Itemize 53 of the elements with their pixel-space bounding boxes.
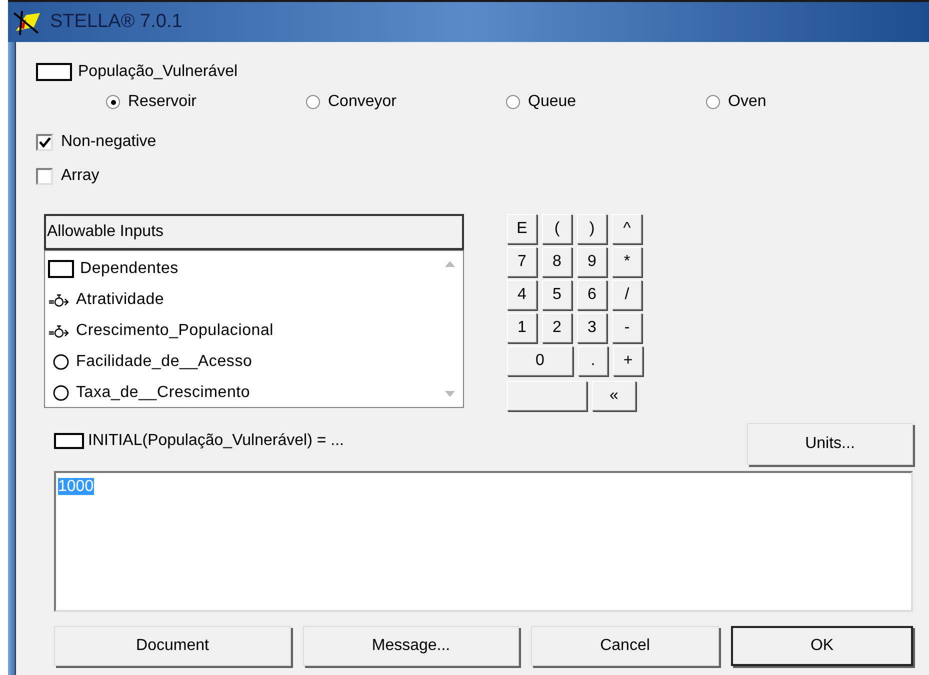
keypad-key[interactable]: *	[612, 247, 642, 277]
keypad-key[interactable]: )	[577, 214, 607, 244]
list-item[interactable]: Dependentes	[45, 253, 437, 284]
type-radio[interactable]: Oven	[706, 90, 766, 114]
keypad-key[interactable]: 7	[507, 247, 537, 277]
app-logo-icon	[12, 9, 42, 35]
scroll-down-icon[interactable]	[445, 391, 455, 397]
keypad-key[interactable]: (	[542, 214, 572, 244]
dialog-button[interactable]: Message...	[303, 626, 519, 666]
keypad-key[interactable]: 5	[542, 280, 572, 310]
keypad-key[interactable]: 3	[577, 313, 607, 343]
keypad-key[interactable]: E	[507, 214, 537, 244]
list-item[interactable]: Taxa_de__Crescimento	[45, 377, 437, 408]
stock-icon	[48, 260, 74, 278]
check-icon	[38, 136, 50, 148]
dialog-button[interactable]: Document	[54, 626, 291, 666]
window-title: STELLA® 7.0.1	[50, 10, 182, 34]
flow-icon	[48, 292, 70, 306]
option-checkbox[interactable]: Array	[36, 164, 100, 188]
keypad-key[interactable]: 6	[577, 280, 607, 310]
equation-label: INITIAL(População_Vulnerável) = ...	[88, 431, 344, 451]
list-item[interactable]: Atratividade	[45, 284, 437, 315]
list-header: Allowable Inputs	[44, 214, 464, 250]
option-checkbox[interactable]: Non-negative	[36, 130, 156, 154]
scroll-up-icon[interactable]	[445, 261, 455, 267]
stock-icon	[54, 433, 84, 449]
type-radio[interactable]: Reservoir	[106, 90, 306, 114]
dialog-button[interactable]: Cancel	[531, 626, 719, 666]
type-radio[interactable]: Queue	[506, 90, 706, 114]
keypad-key[interactable]: 0	[507, 346, 573, 376]
type-radio[interactable]: Conveyor	[306, 90, 506, 114]
keypad-key[interactable]: +	[613, 346, 643, 376]
keypad-key[interactable]: ^	[612, 214, 642, 244]
blank-key[interactable]	[507, 381, 587, 411]
entity-name: População_Vulnerável	[78, 62, 238, 82]
keypad-key[interactable]: 4	[507, 280, 537, 310]
keypad-key[interactable]: 9	[577, 247, 607, 277]
keypad-key[interactable]: .	[578, 346, 608, 376]
inputs-list[interactable]: Dependentes Atratividade Crescimento_Populacional Facilidade_de__Acesso Taxa_de__Crescimento	[44, 250, 464, 408]
keypad-key[interactable]: 8	[542, 247, 572, 277]
stock-icon	[36, 63, 72, 81]
units-button[interactable]: Units...	[747, 423, 913, 465]
flow-icon	[48, 324, 70, 338]
dialog-button[interactable]: OK	[731, 626, 913, 666]
keypad-key[interactable]: /	[612, 280, 642, 310]
keypad-key[interactable]: -	[612, 313, 642, 343]
keypad-key[interactable]: 2	[542, 313, 572, 343]
circle-icon	[52, 352, 70, 370]
list-item[interactable]: Crescimento_Populacional	[45, 315, 437, 346]
list-item[interactable]: Facilidade_de__Acesso	[45, 346, 437, 377]
keypad-key[interactable]: 1	[507, 313, 537, 343]
keypad-key[interactable]: «	[592, 381, 636, 411]
circle-icon	[52, 384, 70, 402]
